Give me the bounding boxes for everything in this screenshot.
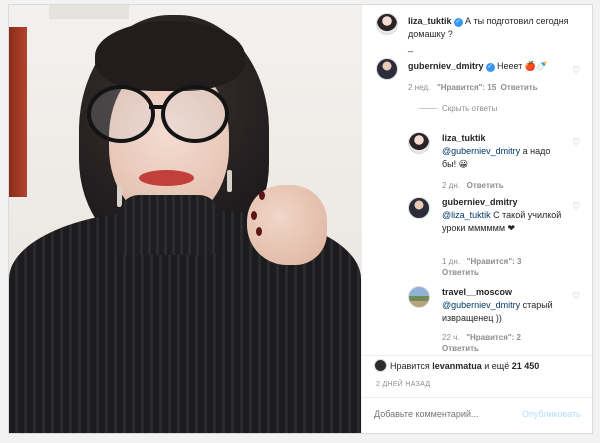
reply-avatar[interactable] [408, 132, 430, 154]
reply-avatar[interactable] [408, 197, 430, 219]
reply-time[interactable]: 1 дн. [442, 257, 460, 266]
caption-username[interactable]: liza_tuktik [408, 16, 452, 26]
door-frame [9, 27, 27, 197]
reply-mention[interactable]: @guberniev_dmitry [442, 300, 520, 310]
comment-username[interactable]: guberniev_dmitry [408, 61, 484, 71]
heart-outline-icon[interactable]: ♡ [572, 292, 581, 301]
heart-outline-icon[interactable]: ♡ [572, 66, 581, 75]
comment-meta: 2 нед. "Нравится": 15 Ответить [408, 82, 538, 93]
nail [259, 191, 265, 200]
divider [362, 355, 592, 356]
likes-mid: и ещё [481, 361, 512, 371]
lips [139, 170, 194, 186]
publish-button[interactable]: Опубликовать [522, 409, 581, 419]
glasses-left-lens [87, 85, 155, 143]
reply-button[interactable]: Ответить [467, 181, 504, 190]
glasses-right-lens [161, 85, 229, 143]
comments-panel: liza_tuktik ✓ А ты подготовил сегодня дом… [361, 5, 592, 433]
comment-input[interactable] [374, 409, 514, 419]
comment-likes[interactable]: "Нравится": 15 [437, 83, 496, 92]
reply-mention[interactable]: @guberniev_dmitry [442, 146, 520, 156]
author-avatar[interactable] [376, 13, 398, 35]
liker-avatar[interactable] [374, 359, 387, 372]
reply-button[interactable]: Ответить [442, 344, 479, 353]
reply: travel__moscow @guberniev_dmitry старый … [442, 286, 567, 325]
hide-replies-button[interactable]: Скрыть ответы [442, 103, 497, 114]
caption: liza_tuktik ✓ А ты подготовил сегодня дом… [408, 15, 578, 54]
comment-avatar[interactable] [376, 58, 398, 80]
reply-username[interactable]: travel__moscow [442, 287, 512, 297]
reply-avatar[interactable] [408, 286, 430, 308]
turtleneck [119, 195, 219, 255]
reply-mention[interactable]: @liza_tuktik [442, 210, 491, 220]
reply-time[interactable]: 22 ч. [442, 333, 460, 342]
post-timestamp: 2 ДНЕЙ НАЗАД [376, 381, 431, 388]
likes-summary[interactable]: Нравится levanmatua и ещё 21 450 [390, 361, 539, 371]
reply-username[interactable]: guberniev_dmitry [442, 197, 518, 207]
post-window: liza_tuktik ✓ А ты подготовил сегодня дом… [8, 4, 593, 434]
reply-button[interactable]: Ответить [501, 83, 538, 92]
likes-prefix: Нравится [390, 361, 433, 371]
reply-meta: 22 ч. "Нравится": 2 Ответить [442, 332, 562, 354]
divider [362, 397, 592, 398]
reply-time[interactable]: 2 дн. [442, 181, 460, 190]
earring-right [227, 170, 232, 192]
likes-count[interactable]: 21 450 [512, 361, 540, 371]
reply-meta: 1 дн. "Нравится": 3 Ответить [442, 256, 562, 278]
glasses-bridge [149, 105, 165, 109]
reply-username[interactable]: liza_tuktik [442, 133, 486, 143]
nail [256, 227, 262, 236]
heart-outline-icon[interactable]: ♡ [572, 138, 581, 147]
post-photo[interactable] [9, 5, 361, 433]
reply-button[interactable]: Ответить [442, 268, 479, 277]
reply-likes[interactable]: "Нравится": 3 [467, 257, 522, 266]
nail [251, 211, 257, 220]
reply-meta: 2 дн. Ответить [442, 180, 504, 191]
reply-likes[interactable]: "Нравится": 2 [466, 333, 521, 342]
verified-badge-icon: ✓ [453, 18, 463, 27]
bangs [95, 21, 245, 91]
reply: guberniev_dmitry @liza_tuktik С такой уч… [442, 196, 567, 235]
thread-line [419, 108, 437, 109]
reply: liza_tuktik @guberniev_dmitry а надо бы!… [442, 132, 567, 171]
verified-badge-icon: ✓ [485, 63, 495, 72]
comment-time[interactable]: 2 нед. [408, 83, 430, 92]
likes-user[interactable]: levanmatua [432, 361, 482, 371]
comment-text: Нееет 🍎🍼 [497, 61, 548, 71]
comment: guberniev_dmitry ✓ Нееет 🍎🍼 [408, 60, 568, 73]
heart-outline-icon[interactable]: ♡ [572, 202, 581, 211]
caption-extra: _ [408, 42, 414, 52]
wall-vent [49, 5, 129, 19]
